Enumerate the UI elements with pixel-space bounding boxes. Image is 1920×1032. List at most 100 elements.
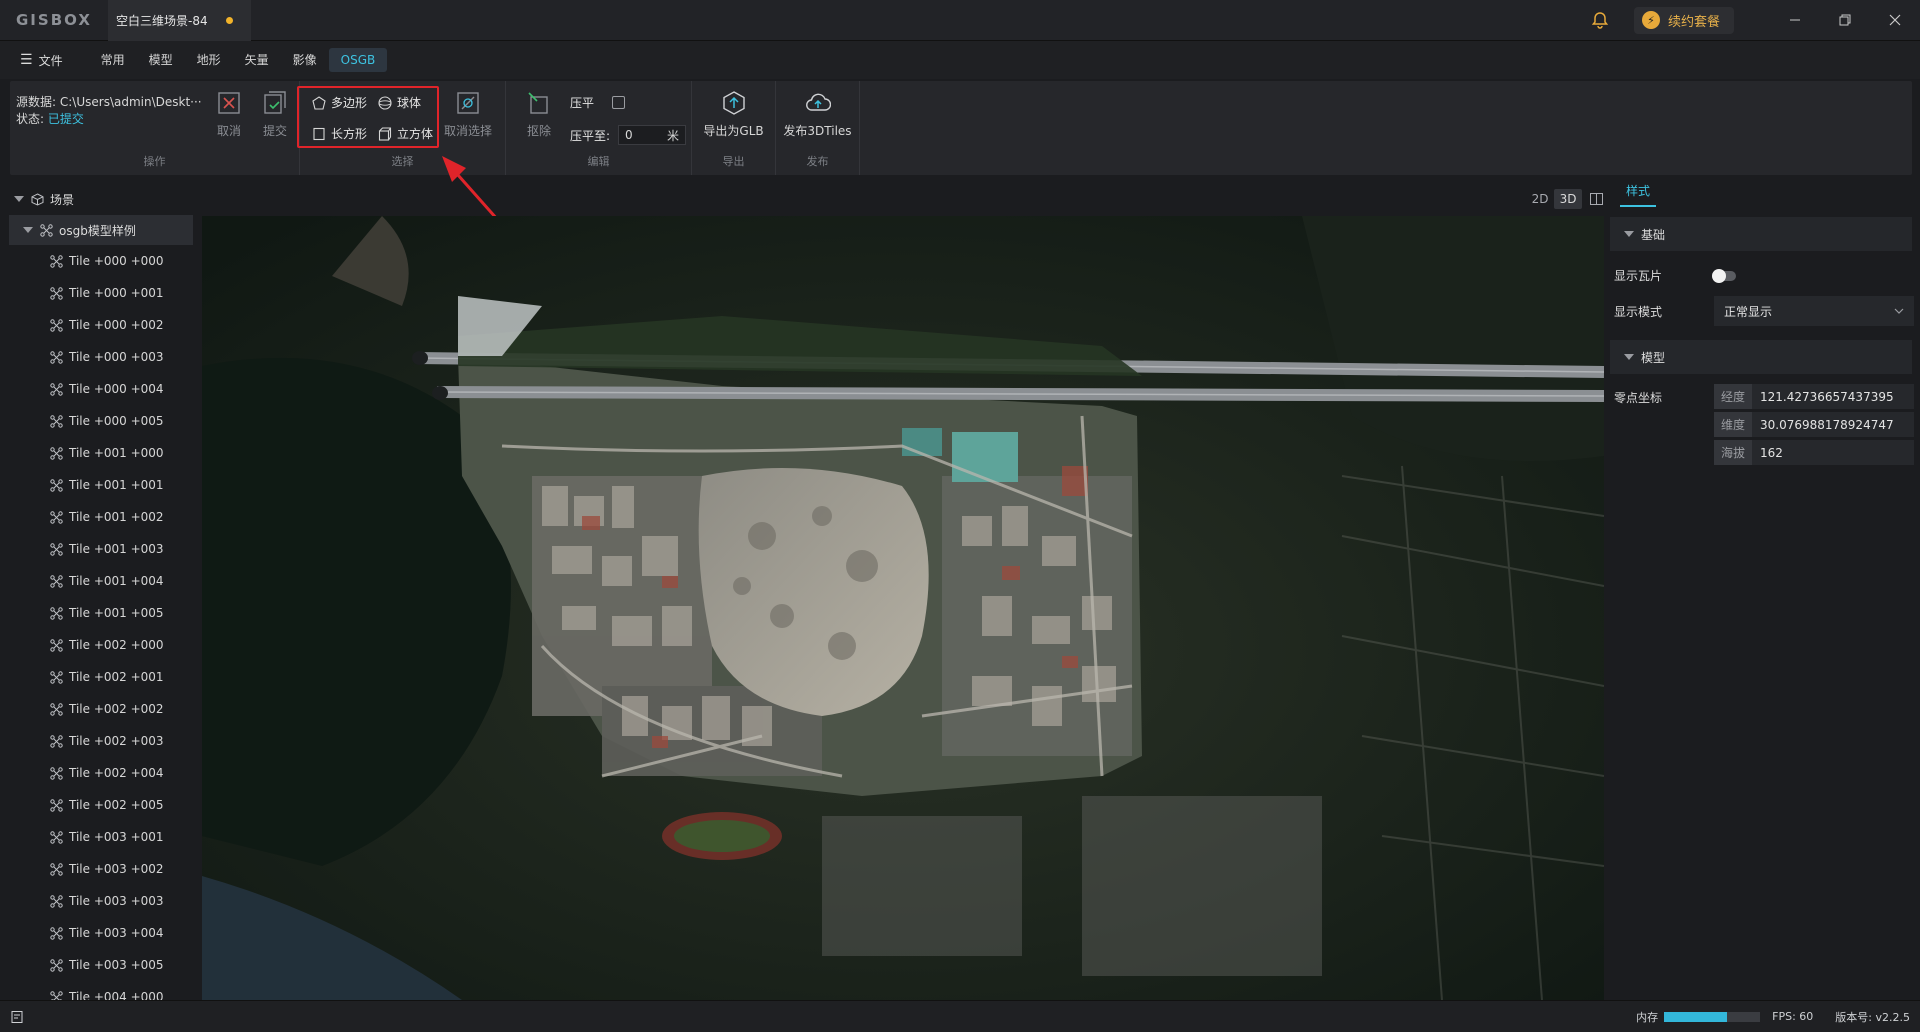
flatten-height-input[interactable]: 0 米 (618, 125, 687, 145)
status-right: 内存 FPS: 60 版本号: v2.2.5 (1636, 1009, 1920, 1025)
tree-tile-item[interactable]: Tile +000 +003 (0, 341, 202, 373)
view-mode-switch: 2D 3D (1526, 189, 1610, 209)
tree-tile-item[interactable]: Tile +000 +004 (0, 373, 202, 405)
memory-label: 内存 (1636, 1010, 1659, 1024)
tree-tile-item[interactable]: Tile +003 +005 (0, 949, 202, 981)
restore-button[interactable] (1820, 0, 1870, 41)
tree-tile-item[interactable]: Tile +001 +003 (0, 533, 202, 565)
origin-fields: 经度 121.42736657437395 维度 30.076988178924… (1714, 384, 1914, 468)
tree-tile-item[interactable]: Tile +004 +000 (0, 981, 202, 1000)
tree-tile-item[interactable]: Tile +002 +002 (0, 693, 202, 725)
cancel-button[interactable]: 取消 (206, 90, 252, 139)
tree-root-osgb[interactable]: osgb模型样例 (9, 215, 193, 245)
map-viewport[interactable] (202, 216, 1604, 1000)
submit-icon (264, 91, 286, 114)
cube-select-button[interactable]: 立方体 (378, 125, 438, 142)
scene-label: 场景 (50, 192, 75, 207)
model-section-header[interactable]: 模型 (1610, 340, 1912, 374)
tree-tile-item[interactable]: Tile +000 +001 (0, 277, 202, 309)
rectangle-select-button[interactable]: 长方形 (312, 125, 378, 142)
export-glb-button[interactable]: 导出为GLB (694, 90, 774, 139)
tree-tile-item[interactable]: Tile +002 +003 (0, 725, 202, 757)
publish-3dtiles-button[interactable]: 发布3DTiles (778, 90, 858, 139)
sphere-select-button[interactable]: 球体 (378, 94, 438, 111)
view-2d-button[interactable]: 2D (1526, 189, 1554, 209)
latitude-value: 30.076988178924747 (1760, 417, 1894, 432)
scene-tree-header[interactable]: 场景 (0, 185, 202, 213)
aerial-imagery (202, 216, 1604, 1000)
tab-terrain[interactable]: 地形 (185, 48, 233, 72)
minimize-icon (1790, 19, 1800, 21)
model-node-icon (50, 286, 63, 300)
tree-tile-item[interactable]: Tile +003 +002 (0, 853, 202, 885)
basic-section-header[interactable]: 基础 (1610, 217, 1912, 251)
document-tab[interactable]: 空白三维场景-84 (108, 0, 251, 41)
tab-imagery[interactable]: 影像 (281, 48, 329, 72)
model-node-icon (50, 862, 63, 876)
tree-tile-item[interactable]: Tile +002 +005 (0, 789, 202, 821)
show-tiles-toggle[interactable] (1712, 268, 1736, 283)
display-mode-select[interactable]: 正常显示 (1714, 296, 1914, 326)
tree-tile-label: Tile +001 +003 (69, 542, 164, 556)
tree-tile-item[interactable]: Tile +002 +001 (0, 661, 202, 693)
tree-tile-item[interactable]: Tile +000 +002 (0, 309, 202, 341)
flatten-checkbox[interactable] (612, 96, 626, 109)
tab-common[interactable]: 常用 (89, 48, 137, 72)
rectangle-icon (313, 127, 325, 140)
collapse-caret-icon (1624, 354, 1634, 360)
tree-tile-label: Tile +003 +002 (69, 862, 164, 876)
scene-cube-icon (31, 192, 44, 206)
erase-button[interactable]: 抠除 (516, 90, 562, 139)
submit-button[interactable]: 提交 (252, 90, 298, 139)
tree-tile-label: Tile +001 +004 (69, 574, 164, 588)
operation-group: 源数据: C:\Users\admin\Deskt··· 状态: 已提交 取消 … (10, 81, 300, 175)
flatten-unit: 米 (667, 128, 680, 143)
tree-tile-item[interactable]: Tile +001 +001 (0, 469, 202, 501)
altitude-field[interactable]: 海拔 162 (1714, 440, 1914, 465)
menu-bar: ☰ 文件 常用 模型 地形 矢量 影像 OSGB (0, 41, 1920, 79)
app-logo: GISBOX (16, 11, 92, 29)
gisbox-app: GISBOX 空白三维场景-84 ⚡ 续约套餐 ☰ 文件 常用 模型 地形 矢量… (0, 0, 1920, 1032)
tab-style[interactable]: 样式 (1620, 182, 1657, 207)
longitude-field[interactable]: 经度 121.42736657437395 (1714, 384, 1914, 409)
tree-tile-item[interactable]: Tile +000 +005 (0, 405, 202, 437)
operation-group-title: 操作 (143, 155, 166, 168)
title-bar: GISBOX 空白三维场景-84 ⚡ 续约套餐 (0, 0, 1920, 41)
tree-tile-item[interactable]: Tile +003 +003 (0, 885, 202, 917)
polygon-select-button[interactable]: 多边形 (312, 94, 378, 111)
tree-tile-item[interactable]: Tile +001 +002 (0, 501, 202, 533)
tab-model[interactable]: 模型 (137, 48, 185, 72)
flatten-row: 压平 (570, 94, 686, 111)
notes-icon[interactable] (10, 1010, 24, 1024)
cancel-label: 取消 (216, 124, 241, 138)
tree-tile-item[interactable]: Tile +000 +000 (0, 245, 202, 277)
lightning-icon: ⚡ (1641, 11, 1660, 29)
tree-tile-item[interactable]: Tile +003 +001 (0, 821, 202, 853)
close-button[interactable] (1870, 0, 1920, 41)
submit-label: 提交 (262, 124, 287, 138)
collapse-caret-icon (1624, 231, 1634, 237)
bell-icon[interactable] (1590, 10, 1610, 30)
tree-tile-label: Tile +001 +005 (69, 606, 164, 620)
renew-plan-button[interactable]: ⚡ 续约套餐 (1633, 6, 1734, 34)
file-menu[interactable]: ☰ 文件 (20, 52, 63, 69)
tree-tile-item[interactable]: Tile +003 +004 (0, 917, 202, 949)
export-group-title: 导出 (722, 155, 745, 168)
minimize-button[interactable] (1770, 0, 1820, 41)
tree-tile-item[interactable]: Tile +002 +000 (0, 629, 202, 661)
tree-tile-item[interactable]: Tile +001 +004 (0, 565, 202, 597)
edit-group-title: 编辑 (587, 155, 610, 168)
latitude-key: 维度 (1714, 412, 1752, 437)
tree-tile-list: Tile +000 +000 Tile +000 +001 Tile +000 +0… (0, 245, 202, 1000)
tree-tile-item[interactable]: Tile +001 +000 (0, 437, 202, 469)
tree-tile-item[interactable]: Tile +001 +005 (0, 597, 202, 629)
view-3d-button[interactable]: 3D (1554, 189, 1582, 209)
latitude-field[interactable]: 维度 30.076988178924747 (1714, 412, 1914, 437)
tab-vector[interactable]: 矢量 (233, 48, 281, 72)
display-mode-row: 显示模式 正常显示 (1604, 296, 1920, 326)
origin-label: 零点坐标 (1614, 391, 1663, 405)
tree-tile-item[interactable]: Tile +002 +004 (0, 757, 202, 789)
cancel-selection-button[interactable]: 取消选择 (440, 90, 496, 139)
tab-osgb[interactable]: OSGB (328, 48, 388, 72)
source-path: C:\Users\admin\Deskt··· (59, 95, 202, 109)
